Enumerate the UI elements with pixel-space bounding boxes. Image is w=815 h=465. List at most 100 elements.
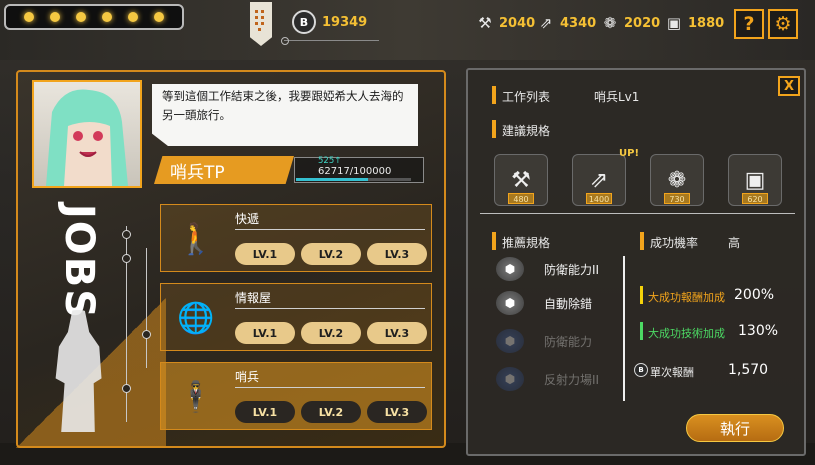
job-list-value: 哨兵Lv1	[594, 90, 640, 104]
settings-button[interactable]: ⚙	[768, 9, 798, 39]
rail-node	[142, 330, 151, 339]
job-list-label: 工作列表	[502, 90, 551, 104]
character-avatar-icon	[46, 89, 128, 186]
arrows-icon: ⇗	[539, 14, 553, 32]
resource-value: 2020	[624, 15, 661, 31]
arrows-icon: ⇗	[589, 167, 609, 193]
single-reward-label: 單次報酬	[650, 366, 694, 379]
big-reward-value: 200%	[734, 287, 775, 303]
job-divider	[235, 387, 425, 388]
chip-icon: ▣	[666, 14, 682, 32]
single-reward-value: 1,570	[728, 362, 769, 378]
rail-node	[122, 230, 131, 239]
jobs-side-title: JOBS	[56, 203, 102, 321]
delivery-person-icon: 🚶	[177, 221, 215, 257]
job-card-sentry[interactable]: 🕴 哨兵 LV.1 LV.2 LV.3	[160, 362, 432, 430]
character-portrait	[32, 80, 142, 188]
resource-agility: ⇗ 4340	[536, 13, 596, 33]
recommend-label: 推薦規格	[502, 236, 551, 250]
shield-icon: ⬢	[496, 257, 524, 281]
job-divider	[235, 308, 425, 309]
credits-underline	[281, 37, 379, 45]
dumbbell-icon: ⚒	[478, 14, 492, 32]
success-value: 高	[728, 236, 741, 250]
tp-value: 62717/100000	[318, 166, 392, 177]
job-card-delivery[interactable]: 🚶 快遞 LV.1 LV.2 LV.3	[160, 204, 432, 272]
level-3-button[interactable]: LV.3	[367, 243, 427, 265]
section-marker	[492, 120, 496, 138]
tp-label: 哨兵TP	[154, 156, 294, 184]
status-led-bar	[4, 4, 184, 30]
recommend-item: ⬢ 防衛能力II	[496, 256, 616, 282]
help-button[interactable]: ?	[734, 9, 764, 39]
led-light	[102, 12, 112, 22]
job-name: 哨兵	[235, 370, 260, 384]
rail-node	[122, 384, 131, 393]
led-light	[76, 12, 86, 22]
tp-progress-bar	[296, 178, 411, 181]
tp-gain: 525↑	[318, 156, 342, 166]
job-divider	[235, 229, 425, 230]
led-light	[24, 12, 34, 22]
job-card-intel[interactable]: 🌐 情報屋 LV.1 LV.2 LV.3	[160, 283, 432, 351]
level-3-button[interactable]: LV.3	[367, 322, 427, 344]
rail-line	[146, 248, 147, 368]
level-2-button[interactable]: LV.2	[301, 322, 361, 344]
section-marker	[640, 232, 644, 250]
spec-value: 730	[664, 193, 690, 204]
chip-icon: ▣	[744, 167, 766, 193]
recommend-item: ⬢ 防衛能力	[496, 328, 616, 354]
level-3-button[interactable]: LV.3	[367, 401, 427, 423]
up-badge: UP!	[619, 148, 640, 159]
spec-value: 480	[508, 193, 534, 204]
level-1-button[interactable]: LV.1	[235, 243, 295, 265]
spec-value: 1400	[586, 193, 612, 204]
credit-coin-icon: B	[634, 363, 648, 377]
resource-value: 4340	[560, 15, 597, 31]
recommend-scroll-bar[interactable]	[623, 256, 625, 401]
level-2-button[interactable]: LV.2	[301, 243, 361, 265]
resource-value: 1880	[688, 15, 725, 31]
rail-node	[122, 254, 131, 263]
led-light	[154, 12, 164, 22]
led-light	[128, 12, 138, 22]
spec-label: 建議規格	[502, 124, 551, 138]
stat-marker	[640, 286, 643, 304]
dumbbell-icon: ⚒	[511, 167, 531, 193]
brain-icon: ❁	[667, 167, 687, 193]
credit-coin-icon: B	[292, 10, 316, 34]
led-light	[50, 12, 60, 22]
recommend-item: ⬢ 自動除錯	[496, 290, 616, 316]
shield-icon: ⬢	[496, 329, 524, 353]
debug-icon: ⬢	[496, 291, 524, 315]
execute-button[interactable]: 執行	[686, 414, 784, 442]
big-tech-value: 130%	[738, 323, 779, 339]
job-name: 快遞	[235, 212, 260, 226]
resource-value: 2040	[499, 15, 536, 31]
section-marker	[492, 86, 496, 104]
menu-tab-dots[interactable]	[250, 2, 272, 46]
section-marker	[492, 232, 496, 250]
guard-person-icon: 🕴	[177, 379, 215, 415]
level-1-button[interactable]: LV.1	[235, 322, 295, 344]
recommend-item: ⬢ 反射力場II	[496, 366, 616, 392]
character-dialog: 等到這個工作結束之後，我要跟婭希大人去海的另一頭旅行。	[152, 84, 418, 146]
resource-tech: ▣ 1880	[664, 13, 724, 33]
credits-value: 19349	[322, 14, 368, 30]
gear-icon: ⚙	[774, 13, 792, 35]
close-button[interactable]: X	[778, 76, 800, 96]
success-label: 成功機率	[650, 236, 699, 250]
big-tech-label: 大成功技術加成	[648, 327, 725, 340]
reflect-field-icon: ⬢	[496, 367, 524, 391]
resource-strength: ⚒ 2040	[475, 13, 535, 33]
globe-truck-icon: 🌐	[177, 300, 215, 336]
resource-intellect: ❁ 2020	[600, 13, 660, 33]
section-divider	[480, 213, 795, 214]
tp-progress-fill	[296, 178, 369, 181]
level-1-button[interactable]: LV.1	[235, 401, 295, 423]
level-2-button[interactable]: LV.2	[301, 401, 361, 423]
brain-icon: ❁	[603, 14, 617, 32]
spec-value: 620	[742, 193, 768, 204]
big-reward-label: 大成功報酬加成	[648, 291, 725, 304]
credits-display: B 19349	[292, 10, 367, 34]
